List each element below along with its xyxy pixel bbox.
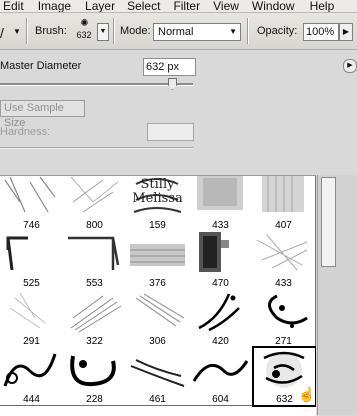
brush-preset-cell[interactable]: 420 xyxy=(189,288,253,348)
brush-tip-icon xyxy=(199,232,229,272)
chevron-right-icon: ▶ xyxy=(347,62,353,69)
chevron-down-icon: ▼ xyxy=(99,28,107,35)
separator xyxy=(247,18,249,44)
brush-preset-cell[interactable]: 604 xyxy=(189,346,253,406)
brush-tip-icon xyxy=(197,176,243,210)
brush-tip-icon xyxy=(9,292,46,329)
brush-size-label: 461 xyxy=(149,394,166,405)
brush-tip-icon xyxy=(70,355,116,387)
use-sample-size-button[interactable]: Use Sample Size xyxy=(0,100,85,129)
brush-preset-cell[interactable]: 461 xyxy=(126,346,190,406)
brush-tip-text: Stilly Melissa xyxy=(132,177,183,206)
brush-size-label: 604 xyxy=(212,394,229,405)
brush-tip-icon xyxy=(130,359,185,387)
brush-tip-icon xyxy=(70,295,122,333)
master-diameter-input[interactable]: 632 px xyxy=(143,58,196,76)
separator xyxy=(0,147,193,149)
chevron-down-icon: ▼ xyxy=(229,27,237,36)
brush-tip-icon xyxy=(130,244,185,266)
brush-preview[interactable]: ✺ 632 xyxy=(72,18,96,44)
brush-tip-icon xyxy=(68,236,120,270)
brush-preset-cell[interactable]: 746 xyxy=(0,176,64,232)
options-bar: / ▼ Brush: ✺ 632 ▼ Mode: Normal ▼ Opacit… xyxy=(0,13,357,50)
hand-cursor-icon: ☝ xyxy=(298,386,316,402)
brush-preset-cell[interactable]: 322 xyxy=(63,288,127,348)
scrollbar-thumb[interactable] xyxy=(321,177,336,267)
brush-preset-cell[interactable]: 228 xyxy=(63,346,127,406)
brush-preset-cell[interactable]: Stilly Melissa 159 xyxy=(126,176,190,232)
menu-view[interactable]: View xyxy=(213,0,239,12)
opacity-label: Opacity: xyxy=(257,25,298,37)
menu-window[interactable]: Window xyxy=(252,0,295,12)
brush-tip-icon xyxy=(4,176,56,213)
brush-preset-cell[interactable]: 291 xyxy=(0,288,64,348)
menu-filter[interactable]: Filter xyxy=(173,0,200,12)
brush-tool-icon[interactable]: / xyxy=(0,25,4,41)
brush-size-label: 228 xyxy=(86,394,103,405)
menu-edit[interactable]: Edit xyxy=(3,0,24,12)
brush-preset-cell[interactable]: 407 xyxy=(252,176,316,232)
chevron-right-icon: ▶ xyxy=(342,27,350,36)
brush-tip-icon xyxy=(6,236,28,271)
master-diameter-slider[interactable] xyxy=(0,83,193,86)
menu-help[interactable]: Help xyxy=(310,0,335,12)
menu-image[interactable]: Image xyxy=(38,0,71,12)
brush-preset-grid: 746 800 Stilly Melissa 159 433 407 525 553 376 47… xyxy=(0,175,316,416)
grid-scrollbar[interactable] xyxy=(317,175,357,415)
brush-preset-cell[interactable]: 444 xyxy=(0,346,64,406)
mode-select[interactable]: Normal ▼ xyxy=(153,23,241,41)
opacity-slider-button[interactable]: ▶ xyxy=(339,23,353,41)
menu-bar: Edit Image Layer Select Filter View Wind… xyxy=(0,0,357,13)
menu-select[interactable]: Select xyxy=(127,0,160,12)
brush-tip-icon xyxy=(192,360,249,382)
brush-preset-cell[interactable]: 470 xyxy=(189,230,253,290)
brush-tip-icon xyxy=(268,294,308,328)
brush-tip-icon xyxy=(198,293,240,332)
brush-preset-cell[interactable]: 632 ☝ xyxy=(252,346,316,407)
brush-size-label: 444 xyxy=(23,394,40,405)
hardness-input[interactable] xyxy=(147,123,194,141)
panel-menu-button[interactable]: ▶ xyxy=(343,59,357,73)
mode-label: Mode: xyxy=(120,25,151,37)
brush-size-text: 632 xyxy=(76,30,92,40)
separator xyxy=(113,18,115,44)
master-diameter-label: Master Diameter xyxy=(0,60,82,72)
brush-picker-button[interactable]: ▼ xyxy=(97,23,109,41)
brush-preset-cell[interactable]: 376 xyxy=(126,230,190,290)
brush-preview-icon: ✺ xyxy=(80,18,88,29)
brush-tip-icon xyxy=(70,176,119,213)
brush-tip-icon xyxy=(3,353,57,387)
brush-tip-icon xyxy=(135,293,185,327)
brush-options-panel: Master Diameter 632 px ▶ Use Sample Size… xyxy=(0,50,357,168)
menu-layer[interactable]: Layer xyxy=(85,0,115,12)
brush-preset-cell[interactable]: 433 xyxy=(189,176,253,232)
opacity-input[interactable]: 100% xyxy=(303,23,339,41)
brush-preset-cell[interactable]: 553 xyxy=(63,230,127,290)
brush-tip-icon xyxy=(262,176,304,212)
brush-preset-cell[interactable]: 271 xyxy=(252,288,316,348)
tool-preset-arrow-icon[interactable]: ▼ xyxy=(13,27,21,36)
hardness-label: Hardness: xyxy=(0,126,51,138)
brush-preset-cell[interactable]: 800 xyxy=(63,176,127,232)
brush-label: Brush: xyxy=(35,25,67,37)
brush-preset-cell[interactable]: 306 xyxy=(126,288,190,348)
separator xyxy=(26,18,28,44)
brush-preset-cell[interactable]: 525 xyxy=(0,230,64,290)
slider-thumb[interactable] xyxy=(168,78,177,90)
brush-preset-cell[interactable]: 433 xyxy=(252,230,316,290)
mode-value: Normal xyxy=(158,26,194,38)
brush-tip-icon xyxy=(256,234,308,271)
